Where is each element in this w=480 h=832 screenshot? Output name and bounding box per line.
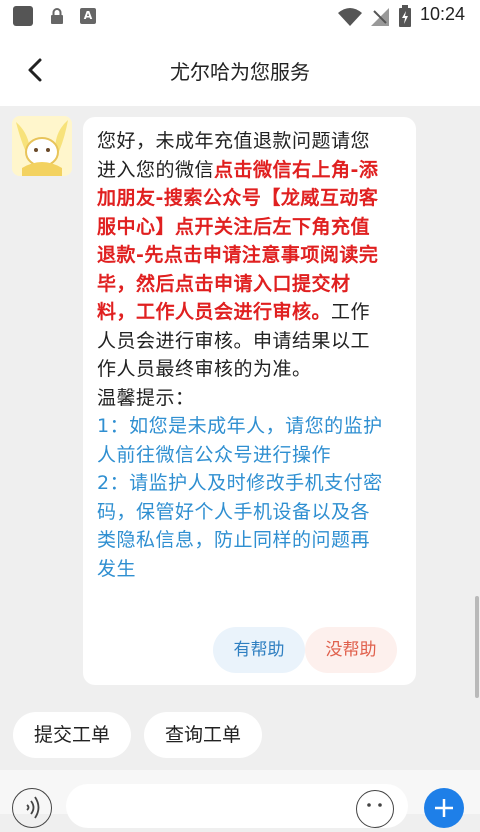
submit-ticket-button[interactable]: 提交工单 bbox=[13, 712, 131, 758]
agent-avatar[interactable] bbox=[12, 116, 72, 176]
tips-title: 温馨提示： bbox=[97, 386, 195, 409]
helpful-button[interactable]: 有帮助 bbox=[213, 627, 305, 673]
message-text: 您好，未成年充值退款问题请您进入您的微信点击微信右上角-添加朋友-搜索公众号【龙… bbox=[97, 127, 387, 583]
tip-item: 2：请监护人及时修改手机支付密码，保管好个人手机设备以及各类隐私信息，防止同样的… bbox=[97, 472, 383, 580]
emoji-icon[interactable] bbox=[356, 790, 394, 828]
tip-item: 1：如您是未成年人，请您的监护人前往微信公众号进行操作 bbox=[97, 415, 383, 466]
lock-icon bbox=[51, 8, 63, 24]
avatar-image bbox=[12, 116, 72, 176]
wifi-icon bbox=[338, 8, 362, 26]
battery-icon bbox=[399, 5, 411, 27]
smiley-icon bbox=[367, 803, 382, 807]
add-button[interactable] bbox=[424, 788, 464, 828]
notification-icon bbox=[13, 6, 33, 26]
page-title: 尤尔哈为您服务 bbox=[170, 60, 310, 84]
unhelpful-button[interactable]: 没帮助 bbox=[305, 627, 397, 673]
signal-icon bbox=[371, 8, 389, 26]
query-ticket-button[interactable]: 查询工单 bbox=[144, 712, 262, 758]
status-bar: A 10:24 bbox=[0, 0, 480, 32]
app-notification-icon: A bbox=[80, 8, 96, 24]
plus-icon bbox=[435, 799, 453, 817]
message-bubble: 您好，未成年充值退款问题请您进入您的微信点击微信右上角-添加朋友-搜索公众号【龙… bbox=[83, 117, 416, 685]
status-time: 10:24 bbox=[420, 4, 466, 24]
voice-icon[interactable] bbox=[12, 788, 52, 828]
input-bar bbox=[0, 770, 480, 828]
message-highlight: 点击微信右上角-添加朋友-搜索公众号【龙威互动客服中心】点开关注后左下角充值退款… bbox=[97, 158, 379, 324]
header: 尤尔哈为您服务 bbox=[0, 32, 480, 106]
voice-wave-icon bbox=[26, 796, 40, 819]
scrollbar[interactable] bbox=[475, 596, 479, 698]
